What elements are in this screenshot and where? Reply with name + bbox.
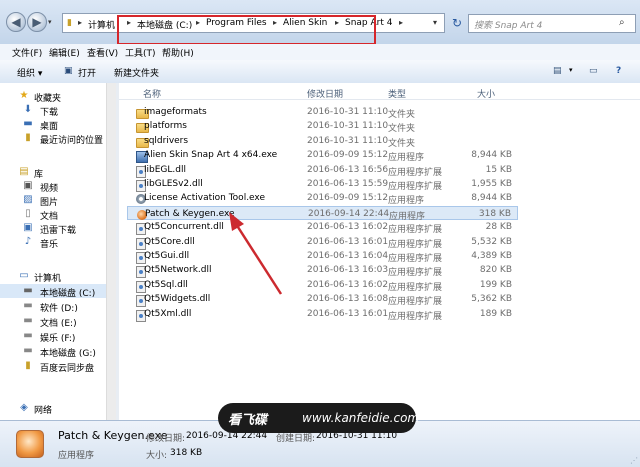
details-modified-label: 修改日期: bbox=[146, 434, 186, 444]
watermark: 看飞碟 www.kanfeidie.com bbox=[218, 403, 420, 433]
annotation-arrow bbox=[229, 212, 283, 295]
details-size-value: 318 KB bbox=[170, 448, 203, 458]
details-type: 应用程序 bbox=[58, 451, 95, 461]
watermark-url: www.kanfeidie.com bbox=[302, 411, 420, 425]
details-size-label: 大小: bbox=[146, 451, 168, 461]
watermark-brand: 看飞碟 bbox=[228, 413, 268, 428]
arrow-shaft bbox=[234, 223, 283, 295]
resize-grip-icon[interactable]: ⋰ bbox=[630, 456, 638, 465]
arrow-head bbox=[229, 212, 244, 231]
patch-app-icon bbox=[16, 430, 44, 458]
